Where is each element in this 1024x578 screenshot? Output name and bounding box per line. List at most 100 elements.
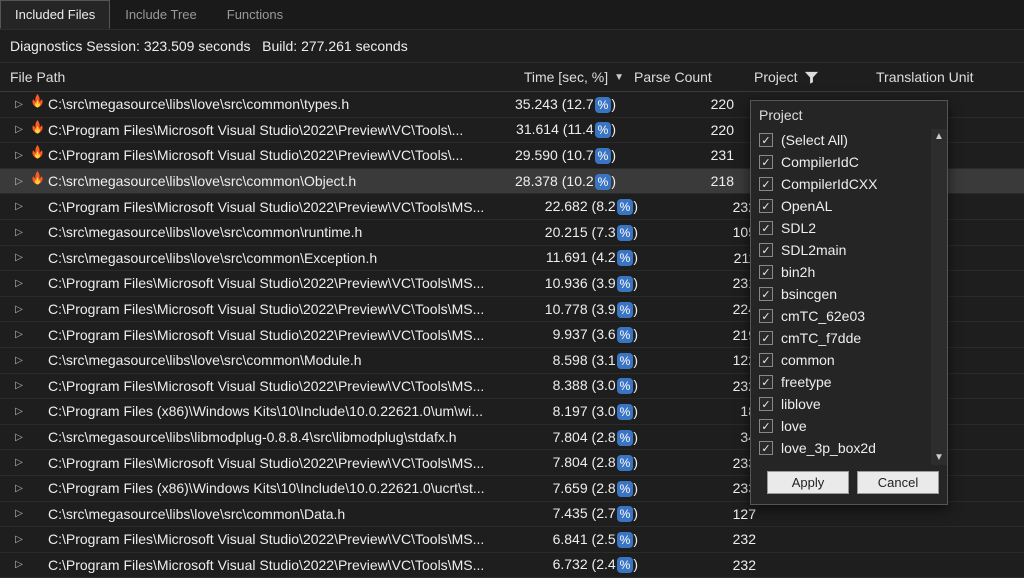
checkbox-icon[interactable]: ✓ xyxy=(759,265,773,279)
expand-icon[interactable]: ▷ xyxy=(0,534,26,545)
flame-icon xyxy=(26,120,48,140)
scroll-down-icon[interactable]: ▼ xyxy=(934,452,944,463)
project-filter-item[interactable]: ✓SDL2main xyxy=(757,239,925,261)
project-filter-item[interactable]: ✓ bin2h xyxy=(757,261,925,283)
checkbox-icon[interactable]: ✓ xyxy=(759,441,773,455)
expand-icon[interactable]: ▷ xyxy=(0,150,26,161)
expand-icon[interactable]: ▷ xyxy=(0,124,26,135)
checkbox-icon[interactable]: ✓ xyxy=(759,177,773,191)
column-project[interactable]: Project xyxy=(744,69,866,85)
checkbox-icon[interactable]: ✓ xyxy=(759,309,773,323)
parse-count-cell: 18 xyxy=(638,403,756,419)
parse-count-cell: 224 xyxy=(638,301,756,317)
expand-icon[interactable]: ▷ xyxy=(0,227,26,238)
column-parse-count[interactable]: Parse Count xyxy=(624,69,744,85)
time-cell: 10.778 (3.9%) xyxy=(490,301,638,318)
project-filter-item[interactable]: ✓ cmTC_62e03 xyxy=(757,305,925,327)
expand-icon[interactable]: ▷ xyxy=(0,355,26,366)
expand-icon[interactable]: ▷ xyxy=(0,559,26,570)
checkbox-icon[interactable]: ✓ xyxy=(759,287,773,301)
file-path-cell: C:\Program Files\Microsoft Visual Studio… xyxy=(48,531,490,547)
apply-button[interactable]: Apply xyxy=(767,471,849,494)
project-filter-item-label: love xyxy=(781,418,807,434)
tab-included-files[interactable]: Included Files xyxy=(0,0,110,29)
status-bar: Diagnostics Session: 323.509 seconds Bui… xyxy=(0,30,1024,63)
sort-desc-icon: ▼ xyxy=(614,72,624,83)
expand-icon[interactable]: ▷ xyxy=(0,252,26,263)
file-path-cell: C:\src\megasource\libs\love\src\common\O… xyxy=(48,173,468,189)
flame-icon xyxy=(26,171,48,191)
tabs-bar: Included Files Include Tree Functions xyxy=(0,0,1024,30)
checkbox-icon[interactable]: ✓ xyxy=(759,331,773,345)
parse-count-cell: 231 xyxy=(616,147,734,163)
project-filter-item[interactable]: ✓OpenAL xyxy=(757,195,925,217)
table-row[interactable]: ▷C:\src\megasource\libs\love\src\common\… xyxy=(0,502,1024,528)
checkbox-icon[interactable]: ✓ xyxy=(759,397,773,411)
expand-icon[interactable]: ▷ xyxy=(0,99,26,110)
expand-icon[interactable]: ▷ xyxy=(0,304,26,315)
project-filter-item-label: cmTC_f7dde xyxy=(781,330,861,346)
parse-count-cell: 232 xyxy=(638,531,756,547)
percent-badge: % xyxy=(617,481,634,497)
expand-icon[interactable]: ▷ xyxy=(0,432,26,443)
project-filter-item[interactable]: ✓freetype xyxy=(757,371,925,393)
expand-icon[interactable]: ▷ xyxy=(0,483,26,494)
parse-count-cell: 127 xyxy=(638,506,756,522)
expand-icon[interactable]: ▷ xyxy=(0,406,26,417)
column-time-label: Time [sec, %] xyxy=(524,69,608,85)
expand-icon[interactable]: ▷ xyxy=(0,508,26,519)
filter-icon[interactable] xyxy=(804,70,819,85)
checkbox-icon[interactable]: ✓ xyxy=(759,221,773,235)
time-cell: 7.804 (2.8%) xyxy=(490,454,638,471)
checkbox-icon[interactable]: ✓ xyxy=(759,419,773,433)
parse-count-cell: 122 xyxy=(638,352,756,368)
column-translation-unit[interactable]: Translation Unit xyxy=(866,69,1024,85)
project-filter-item[interactable]: ✓love_3p_box2d xyxy=(757,437,925,459)
project-filter-item[interactable]: ✓(Select All) xyxy=(757,129,925,151)
table-row[interactable]: ▷C:\Program Files\Microsoft Visual Studi… xyxy=(0,553,1024,578)
project-filter-item-label: CompilerIdC xyxy=(781,154,859,170)
checkbox-icon[interactable]: ✓ xyxy=(759,133,773,147)
scroll-up-icon[interactable]: ▲ xyxy=(934,131,944,142)
parse-count-cell: 219 xyxy=(638,327,756,343)
project-filter-item[interactable]: ✓liblove xyxy=(757,393,925,415)
checkbox-icon[interactable]: ✓ xyxy=(759,243,773,257)
percent-badge: % xyxy=(617,327,634,343)
cancel-button[interactable]: Cancel xyxy=(857,471,939,494)
expand-icon[interactable]: ▷ xyxy=(0,201,26,212)
column-file-path[interactable]: File Path xyxy=(8,69,476,85)
expand-icon[interactable]: ▷ xyxy=(0,329,26,340)
project-filter-item-label: bin2h xyxy=(781,264,815,280)
percent-badge: % xyxy=(617,250,634,266)
time-cell: 8.598 (3.1%) xyxy=(490,352,638,369)
tab-include-tree[interactable]: Include Tree xyxy=(110,0,212,29)
project-filter-item[interactable]: ✓ CompilerIdC xyxy=(757,151,925,173)
file-path-cell: C:\Program Files\Microsoft Visual Studio… xyxy=(48,122,468,138)
flame-icon xyxy=(26,94,48,114)
project-filter-item[interactable]: ✓common xyxy=(757,349,925,371)
project-filter-list: ✓(Select All)✓CompilerIdC✓CompilerIdCXX✓… xyxy=(751,129,931,465)
tab-functions[interactable]: Functions xyxy=(212,0,298,29)
column-time[interactable]: Time [sec, %] ▼ xyxy=(476,69,624,85)
expand-icon[interactable]: ▷ xyxy=(0,278,26,289)
project-filter-item[interactable]: ✓ cmTC_f7dde xyxy=(757,327,925,349)
file-path-cell: C:\Program Files\Microsoft Visual Studio… xyxy=(48,275,490,291)
table-row[interactable]: ▷ C:\Program Files\Microsoft Visual Studi… xyxy=(0,527,1024,553)
file-path-cell: C:\Program Files\Microsoft Visual Studio… xyxy=(48,147,468,163)
project-filter-item[interactable]: ✓CompilerIdCXX xyxy=(757,173,925,195)
checkbox-icon[interactable]: ✓ xyxy=(759,375,773,389)
time-cell: 22.682 (8.2%) xyxy=(490,198,638,215)
time-cell: 7.435 (2.7%) xyxy=(490,505,638,522)
project-filter-item[interactable]: ✓ love xyxy=(757,415,925,437)
scrollbar[interactable]: ▲ ▼ xyxy=(931,129,947,465)
percent-badge: % xyxy=(617,404,634,420)
checkbox-icon[interactable]: ✓ xyxy=(759,353,773,367)
project-filter-item[interactable]: ✓bsincgen xyxy=(757,283,925,305)
checkbox-icon[interactable]: ✓ xyxy=(759,199,773,213)
project-filter-item-label: cmTC_62e03 xyxy=(781,308,865,324)
expand-icon[interactable]: ▷ xyxy=(0,457,26,468)
expand-icon[interactable]: ▷ xyxy=(0,176,26,187)
expand-icon[interactable]: ▷ xyxy=(0,380,26,391)
project-filter-item[interactable]: ✓SDL2 xyxy=(757,217,925,239)
checkbox-icon[interactable]: ✓ xyxy=(759,155,773,169)
